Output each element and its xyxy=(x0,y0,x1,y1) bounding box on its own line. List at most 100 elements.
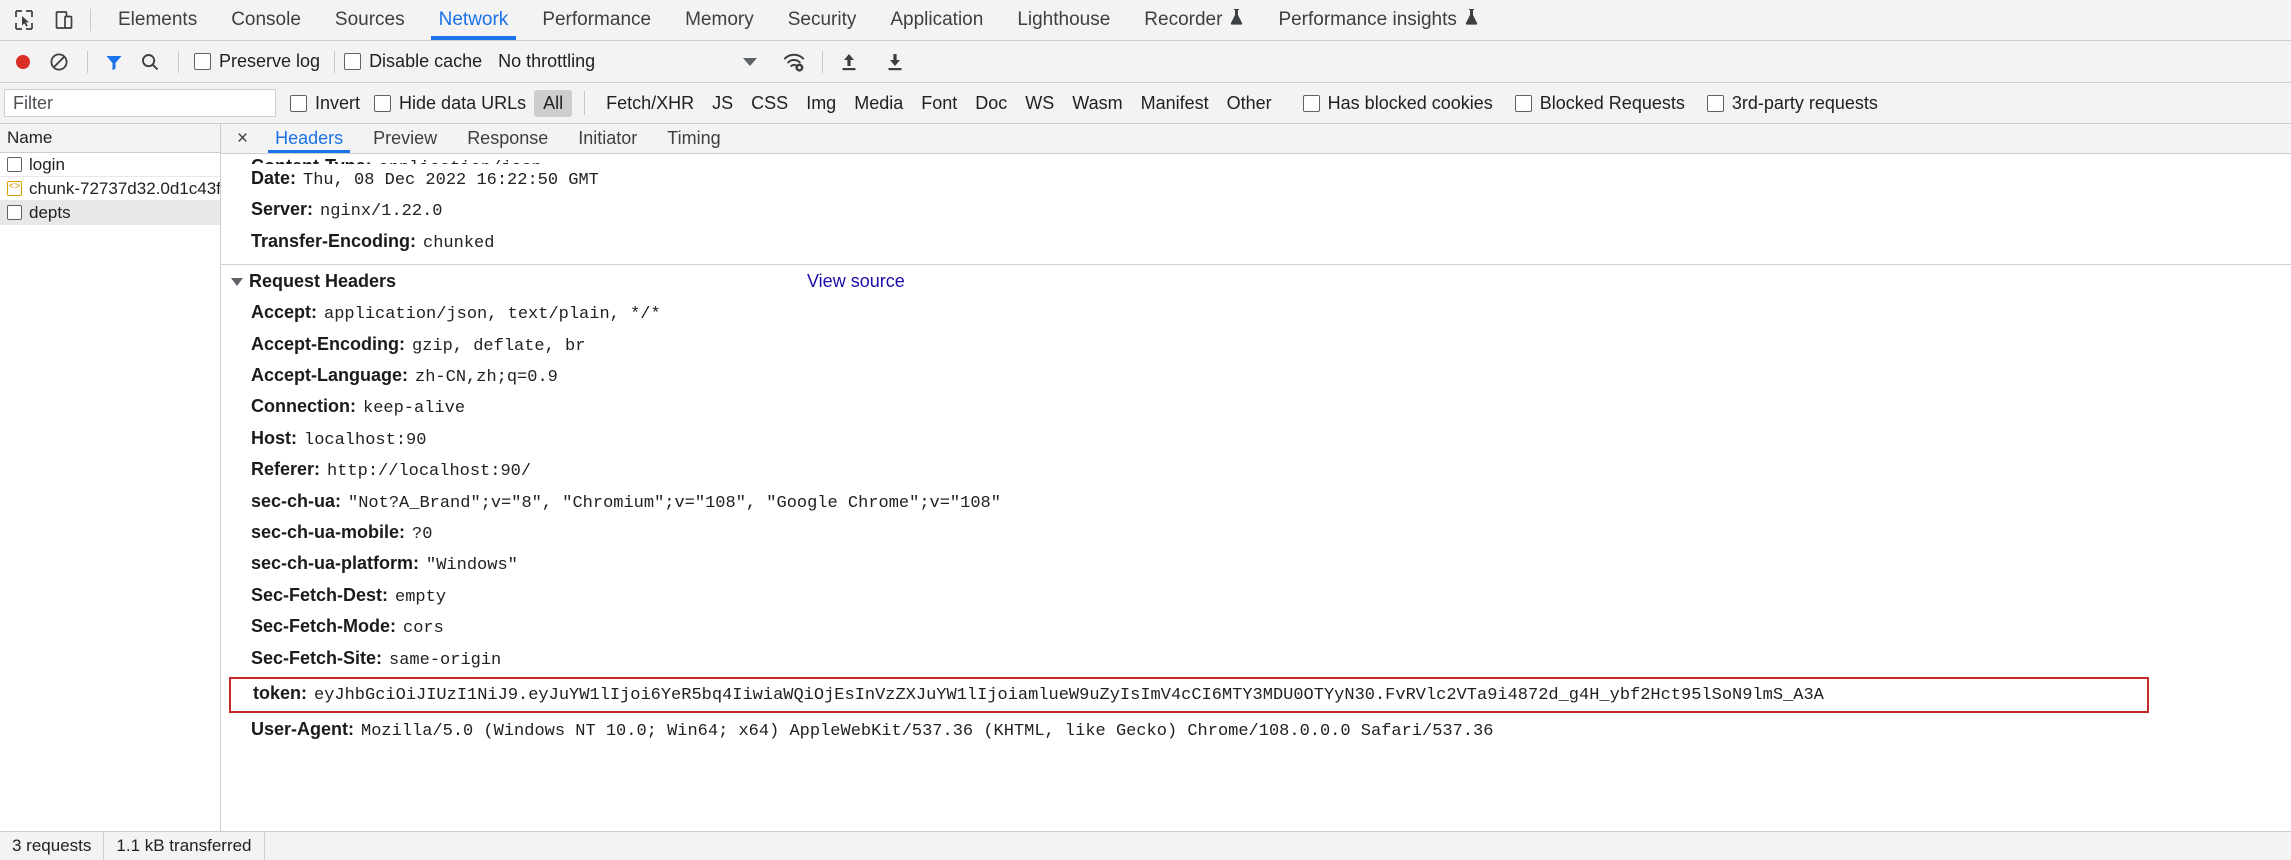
throttling-value: No throttling xyxy=(498,51,596,71)
third-party-requests-checkbox[interactable]: 3rd-party requests xyxy=(1706,93,1878,114)
filter-type-label: Wasm xyxy=(1072,92,1123,113)
tab-label: Lighthouse xyxy=(1017,9,1111,30)
header-row: Sec-Fetch-Site: same-origin xyxy=(221,644,2291,675)
list-item[interactable]: depts xyxy=(0,201,220,225)
tab-initiator[interactable]: Initiator xyxy=(563,124,652,153)
download-arrow-icon[interactable] xyxy=(878,45,912,79)
filter-type-font[interactable]: Font xyxy=(912,90,966,117)
toolbar-divider xyxy=(334,50,336,73)
filter-funnel-icon[interactable] xyxy=(97,45,131,79)
header-value: Thu, 08 Dec 2022 16:22:50 GMT xyxy=(303,171,599,190)
filter-type-label: Other xyxy=(1226,92,1272,113)
invert-checkbox[interactable]: Invert xyxy=(290,93,360,114)
header-row: sec-ch-ua: "Not?A_Brand";v="8", "Chromiu… xyxy=(221,487,2291,518)
tab-memory[interactable]: Memory xyxy=(668,0,771,40)
inspect-cursor-icon[interactable] xyxy=(4,0,44,40)
throttling-select[interactable]: No throttling xyxy=(498,51,595,72)
filter-type-css[interactable]: CSS xyxy=(742,90,797,117)
javascript-file-icon: <> xyxy=(7,181,22,196)
network-body: Name login <> chunk-72737d32.0d1c43fb.js… xyxy=(0,124,2291,831)
header-value: localhost:90 xyxy=(304,430,427,450)
header-name: Accept: xyxy=(251,302,318,323)
header-name: Sec-Fetch-Mode: xyxy=(251,616,397,637)
tab-console[interactable]: Console xyxy=(214,0,318,40)
header-name: Sec-Fetch-Dest: xyxy=(251,584,389,605)
header-name: sec-ch-ua-platform: xyxy=(251,553,420,574)
disable-cache-checkbox[interactable]: Disable cache xyxy=(344,51,482,72)
tab-label: Elements xyxy=(118,9,198,30)
tab-performance-insights[interactable]: Performance insights xyxy=(1261,0,1495,40)
tab-lighthouse[interactable]: Lighthouse xyxy=(1000,0,1127,40)
header-name: token: xyxy=(253,683,307,704)
checkbox-box[interactable] xyxy=(194,53,211,70)
blocked-requests-label: Blocked Requests xyxy=(1539,92,1685,113)
close-icon[interactable]: × xyxy=(229,124,260,153)
header-name: sec-ch-ua: xyxy=(251,490,342,511)
tab-label: Security xyxy=(787,9,857,30)
checkbox-box[interactable] xyxy=(1514,94,1532,112)
tab-preview[interactable]: Preview xyxy=(358,124,452,153)
tab-timing[interactable]: Timing xyxy=(652,124,735,153)
chevron-down-icon[interactable] xyxy=(231,277,243,286)
header-value: "Not?A_Brand";v="8", "Chromium";v="108",… xyxy=(348,493,1001,513)
tab-headers[interactable]: Headers xyxy=(260,124,358,153)
checkbox-box[interactable] xyxy=(290,94,307,112)
headers-content[interactable]: Content-Type: application/json Date: Thu… xyxy=(221,154,2291,831)
request-headers-section-header[interactable]: Request Headers View source xyxy=(221,264,2291,298)
list-item[interactable]: login xyxy=(0,153,220,177)
detail-tabstrip: × Headers Preview Response Initiator Tim… xyxy=(221,124,2291,154)
preserve-log-checkbox[interactable]: Preserve log xyxy=(194,51,320,72)
header-row: User-Agent: Mozilla/5.0 (Windows NT 10.0… xyxy=(221,715,2291,746)
token-header-row-highlighted: token: eyJhbGciOiJIUzI1NiJ9.eyJuYW1lIjoi… xyxy=(229,677,2149,713)
clear-no-entry-icon[interactable] xyxy=(42,45,76,79)
request-name: chunk-72737d32.0d1c43fb.js xyxy=(29,178,220,198)
filter-type-manifest[interactable]: Manifest xyxy=(1132,90,1218,117)
hide-data-urls-checkbox[interactable]: Hide data URLs xyxy=(374,93,526,114)
header-row: Accept-Language: zh-CN,zh;q=0.9 xyxy=(221,361,2291,392)
filter-type-img[interactable]: Img xyxy=(797,90,845,117)
search-input[interactable]: Filter xyxy=(4,89,276,117)
filter-type-fetch-xhr[interactable]: Fetch/XHR xyxy=(597,90,703,117)
filter-type-media[interactable]: Media xyxy=(845,90,912,117)
list-item[interactable]: <> chunk-72737d32.0d1c43fb.js xyxy=(0,177,220,201)
filter-type-ws[interactable]: WS xyxy=(1016,90,1063,117)
request-list-header[interactable]: Name xyxy=(0,124,220,153)
header-value: "Windows" xyxy=(426,556,518,576)
header-row: Sec-Fetch-Dest: empty xyxy=(221,581,2291,612)
view-source-link[interactable]: View source xyxy=(807,271,905,292)
header-name: sec-ch-ua-mobile: xyxy=(251,522,406,543)
upload-arrow-icon[interactable] xyxy=(832,45,866,79)
request-count: 3 requests xyxy=(0,832,103,860)
toolbar-divider xyxy=(822,50,824,73)
checkbox-box[interactable] xyxy=(374,94,392,112)
header-row: Host: localhost:90 xyxy=(221,424,2291,455)
blocked-requests-checkbox[interactable]: Blocked Requests xyxy=(1514,92,1685,114)
header-name: Connection: xyxy=(251,396,356,417)
tab-network[interactable]: Network xyxy=(422,0,526,40)
tab-recorder[interactable]: Recorder xyxy=(1127,0,1261,40)
tab-performance[interactable]: Performance xyxy=(525,0,668,40)
filter-type-other[interactable]: Other xyxy=(1218,90,1281,117)
record-circle-icon[interactable] xyxy=(6,45,40,79)
header-value: nginx/1.22.0 xyxy=(320,202,443,222)
tab-application[interactable]: Application xyxy=(873,0,1000,40)
device-toolbar-icon[interactable] xyxy=(44,0,84,40)
tab-security[interactable]: Security xyxy=(771,0,874,40)
filter-type-doc[interactable]: Doc xyxy=(966,90,1016,117)
tab-sources[interactable]: Sources xyxy=(318,0,422,40)
tab-label: Console xyxy=(231,9,301,30)
tab-response[interactable]: Response xyxy=(452,124,563,153)
checkbox-box[interactable] xyxy=(1302,94,1320,112)
search-magnifier-icon[interactable] xyxy=(133,45,167,79)
chevron-down-icon[interactable] xyxy=(733,45,767,79)
header-value: chunked xyxy=(423,233,495,253)
has-blocked-cookies-checkbox[interactable]: Has blocked cookies xyxy=(1302,93,1493,114)
filter-type-js[interactable]: JS xyxy=(703,90,742,117)
filter-type-all[interactable]: All xyxy=(534,89,573,117)
filter-type-wasm[interactable]: Wasm xyxy=(1063,90,1131,117)
checkbox-box[interactable] xyxy=(344,53,362,70)
header-name: User-Agent: xyxy=(251,718,355,739)
checkbox-box[interactable] xyxy=(1706,94,1724,112)
wifi-settings-icon[interactable] xyxy=(777,45,811,79)
tab-elements[interactable]: Elements xyxy=(101,0,214,40)
